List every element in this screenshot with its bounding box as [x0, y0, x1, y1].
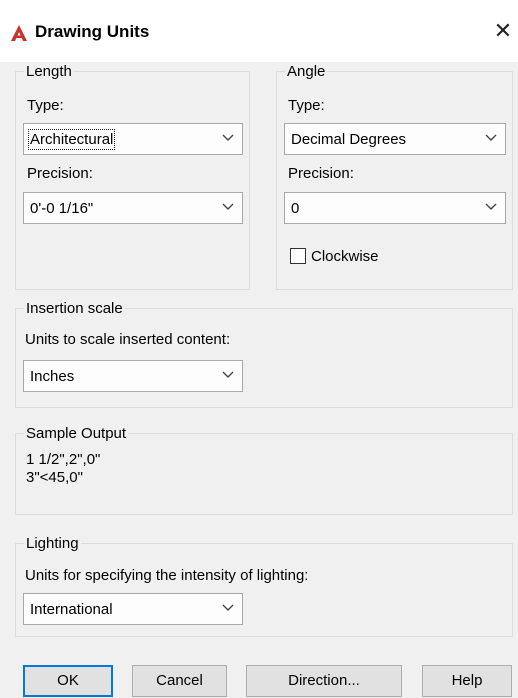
window-title: Drawing Units — [35, 22, 150, 41]
sample-legend: Sample Output — [26, 425, 127, 442]
clockwise-label[interactable]: Clockwise — [311, 248, 379, 265]
angle-legend: Angle — [287, 63, 326, 80]
sample-line-2: 3"<45,0" — [26, 469, 83, 486]
sample-output-group: Sample Output — [15, 425, 513, 515]
chevron-down-icon — [222, 371, 234, 378]
chevron-down-icon — [222, 604, 234, 611]
chevron-down-icon — [485, 203, 497, 210]
lighting-units-label: Units for specifying the intensity of li… — [25, 567, 309, 584]
cancel-button[interactable]: Cancel — [132, 665, 227, 697]
clockwise-checkbox[interactable] — [290, 248, 306, 264]
lighting-legend: Lighting — [26, 535, 79, 552]
chevron-down-icon — [222, 134, 234, 141]
angle-precision-dropdown[interactable]: 0 — [284, 192, 506, 224]
insertion-legend: Insertion scale — [26, 300, 123, 317]
close-icon[interactable]: ✕ — [489, 17, 517, 45]
length-type-label: Type: — [27, 97, 64, 114]
angle-precision-label: Precision: — [288, 165, 354, 182]
length-legend: Length — [26, 63, 72, 80]
length-precision-label: Precision: — [27, 165, 93, 182]
chevron-down-icon — [222, 203, 234, 210]
sample-line-1: 1 1/2",2",0" — [26, 451, 101, 468]
length-precision-value: 0'-0 1/16" — [30, 200, 94, 217]
length-type-value: Architectural — [27, 129, 116, 150]
insertion-units-value: Inches — [30, 368, 75, 385]
angle-precision-value: 0 — [291, 200, 300, 217]
direction-button[interactable]: Direction... — [246, 665, 402, 697]
insertion-units-label: Units to scale inserted content: — [25, 331, 231, 348]
angle-type-dropdown[interactable]: Decimal Degrees — [284, 123, 506, 155]
lighting-units-dropdown[interactable]: International — [23, 593, 243, 625]
chevron-down-icon — [485, 134, 497, 141]
insertion-units-dropdown[interactable]: Inches — [23, 360, 243, 392]
angle-type-value: Decimal Degrees — [291, 131, 407, 148]
autocad-a-icon — [11, 25, 27, 41]
lighting-units-value: International — [30, 601, 113, 618]
ok-button[interactable]: OK — [23, 665, 113, 697]
title-bar: Drawing Units ✕ — [0, 0, 518, 62]
angle-type-label: Type: — [288, 97, 325, 114]
help-button[interactable]: Help — [422, 665, 512, 697]
length-type-dropdown[interactable]: Architectural — [23, 123, 243, 155]
length-precision-dropdown[interactable]: 0'-0 1/16" — [23, 192, 243, 224]
